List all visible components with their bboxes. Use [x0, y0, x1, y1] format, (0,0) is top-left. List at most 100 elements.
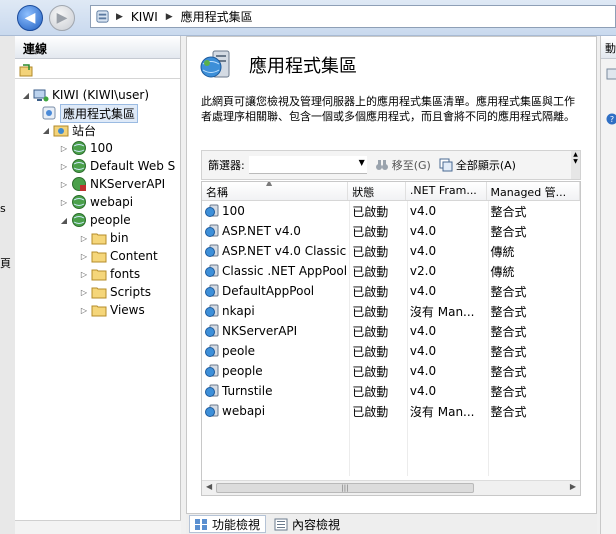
app-pools-table: ▲ 名稱 狀態 .NET Fram... Managed 管... 100 已啟動 v…: [201, 181, 581, 496]
cell-status: 已啟動: [352, 324, 389, 339]
actions-pane: 動 ?: [600, 36, 616, 534]
show-all-button[interactable]: 全部顯示(A): [439, 157, 516, 173]
table-body: 100 已啟動 v4.0 整合式 ASP.NET v4.0 已啟動 v4.0 整合式 ASP.N…: [202, 201, 580, 421]
tree-node-folder-scripts[interactable]: ▷ Scripts: [79, 283, 151, 301]
breadcrumb-server[interactable]: KIWI: [131, 10, 158, 24]
table-row[interactable]: NKServerAPI 已啟動 v4.0 整合式: [202, 321, 580, 341]
cell-status: 已啟動: [352, 264, 389, 279]
svg-text:?: ?: [610, 115, 614, 124]
horizontal-scrollbar[interactable]: ◀ ||| ▶: [202, 480, 580, 495]
collapsed-icon[interactable]: ▷: [59, 144, 69, 153]
table-row[interactable]: ASP.NET v4.0 Classic 已啟動 v4.0 傳統: [202, 241, 580, 261]
collapsed-icon[interactable]: ▷: [79, 252, 89, 261]
cell-pipeline: 整合式: [490, 324, 527, 339]
table-row[interactable]: 100 已啟動 v4.0 整合式: [202, 201, 580, 221]
tree-node-site-people[interactable]: ◢ people: [59, 211, 131, 229]
dropdown-arrow-icon[interactable]: ▼: [359, 158, 365, 167]
content-view-icon: [274, 518, 288, 530]
collapsed-icon[interactable]: ▷: [59, 180, 69, 189]
globe-icon: [72, 213, 86, 227]
table-row[interactable]: people 已啟動 v4.0 整合式: [202, 361, 580, 381]
action-icon[interactable]: [606, 68, 616, 80]
tree-node-folder-content[interactable]: ▷ Content: [79, 247, 158, 265]
expanded-icon[interactable]: ◢: [59, 216, 69, 225]
tree-node-folder-bin[interactable]: ▷ bin: [79, 229, 129, 247]
back-button[interactable]: ◀: [17, 5, 43, 31]
app-pool-icon: [205, 244, 219, 257]
address-bar[interactable]: ▶ KIWI ▶ 應用程式集區: [90, 5, 616, 28]
scroll-left-icon[interactable]: ◀: [206, 482, 212, 491]
table-row[interactable]: Turnstile 已啟動 v4.0 整合式: [202, 381, 580, 401]
tree-node-site-webapi[interactable]: ▷ webapi: [59, 193, 133, 211]
tree-node-app-pools[interactable]: 應用程式集區: [41, 103, 139, 123]
tree-node-folder-views[interactable]: ▷ Views: [79, 301, 145, 319]
cell-status: 已啟動: [352, 344, 389, 359]
help-icon[interactable]: ?: [606, 113, 616, 125]
scroll-right-icon[interactable]: ▶: [570, 482, 576, 491]
cell-name: Turnstile: [202, 384, 348, 398]
cell-status: 已啟動: [352, 204, 389, 219]
view-switcher: 功能檢視 內容檢視: [186, 514, 597, 534]
expanded-icon[interactable]: ◢: [41, 126, 51, 135]
expanded-icon[interactable]: ◢: [21, 91, 31, 100]
table-row[interactable]: ASP.NET v4.0 已啟動 v4.0 整合式: [202, 221, 580, 241]
table-row[interactable]: Classic .NET AppPool 已啟動 v2.0 傳統: [202, 261, 580, 281]
tab-content-view[interactable]: 內容檢視: [269, 515, 346, 533]
forward-button[interactable]: ▶: [49, 5, 75, 31]
tree-node-sites[interactable]: ◢ 站台: [41, 121, 96, 139]
app-pool-icon: [205, 304, 219, 317]
globe-stopped-icon: [72, 177, 86, 191]
collapsed-icon[interactable]: ▷: [59, 198, 69, 207]
globe-icon: [72, 159, 86, 173]
cell-name: people: [202, 364, 348, 378]
column-rule: [407, 201, 408, 476]
app-pool-icon: [205, 324, 219, 337]
chevron-right-icon: ▶: [165, 11, 173, 22]
cell-pipeline: 傳統: [490, 244, 515, 259]
table-row[interactable]: webapi 已啟動 沒有 Man... 整合式: [202, 401, 580, 421]
column-header-net-version[interactable]: .NET Fram...: [406, 182, 487, 200]
cell-status: 已啟動: [352, 284, 389, 299]
main-content: 應用程式集區 此網頁可讓您檢視及管理伺服器上的應用程式集區清單。應用程式集區與工…: [186, 36, 597, 514]
collapsed-icon[interactable]: ▷: [79, 270, 89, 279]
breadcrumb-app-pools[interactable]: 應用程式集區: [181, 8, 253, 25]
cell-net-version: v4.0: [409, 284, 437, 298]
table-row[interactable]: peole 已啟動 v4.0 整合式: [202, 341, 580, 361]
tree-node-site-nkserverapi[interactable]: ▷ NKServerAPI: [59, 175, 165, 193]
cell-pipeline: 整合式: [490, 404, 527, 419]
table-row[interactable]: DefaultAppPool 已啟動 v4.0 整合式: [202, 281, 580, 301]
sort-ascending-icon: ▲: [266, 182, 273, 187]
connections-toolbar: [15, 59, 180, 79]
iis-server-icon: [96, 10, 109, 23]
connections-scrollbar[interactable]: [15, 520, 181, 534]
toolbar-overflow[interactable]: ▲ ▼: [571, 151, 580, 179]
cell-status: 已啟動: [352, 364, 389, 379]
folder-icon: [91, 233, 107, 245]
tree-node-folder-fonts[interactable]: ▷ fonts: [79, 265, 140, 283]
collapsed-icon[interactable]: ▷: [79, 288, 89, 297]
go-button[interactable]: 移至(G): [375, 157, 431, 173]
scroll-thumb[interactable]: |||: [216, 483, 474, 493]
tree-node-server[interactable]: ◢ KIWI (KIWI\user): [21, 86, 149, 104]
filter-input[interactable]: ▼: [248, 156, 367, 174]
folder-icon: [91, 269, 107, 281]
cell-net-version: v4.0: [409, 244, 437, 258]
tab-features-view[interactable]: 功能檢視: [189, 515, 267, 533]
address-toolbar: ◀ ▶ ▶ KIWI ▶ 應用程式集區: [0, 0, 616, 36]
collapsed-icon[interactable]: ▷: [79, 234, 89, 243]
column-header-name[interactable]: ▲ 名稱: [202, 182, 349, 200]
collapsed-icon[interactable]: ▷: [79, 306, 89, 315]
cell-pipeline: 傳統: [490, 264, 515, 279]
left-offscreen-strip: s 頁: [0, 36, 15, 534]
filter-label: 篩選器:: [208, 159, 245, 172]
tree-node-site-default[interactable]: ▷ Default Web S: [59, 157, 175, 175]
column-header-pipeline[interactable]: Managed 管...: [487, 182, 580, 200]
tree-node-site-100[interactable]: ▷ 100: [59, 139, 113, 157]
cell-pipeline: 整合式: [490, 384, 527, 399]
collapsed-icon[interactable]: ▷: [59, 162, 69, 171]
table-row[interactable]: nkapi 已啟動 沒有 Man... 整合式: [202, 301, 580, 321]
column-header-status[interactable]: 狀態: [348, 182, 406, 200]
connect-icon[interactable]: [19, 63, 33, 77]
cell-name: nkapi: [202, 304, 348, 318]
cell-pipeline: 整合式: [490, 224, 527, 239]
